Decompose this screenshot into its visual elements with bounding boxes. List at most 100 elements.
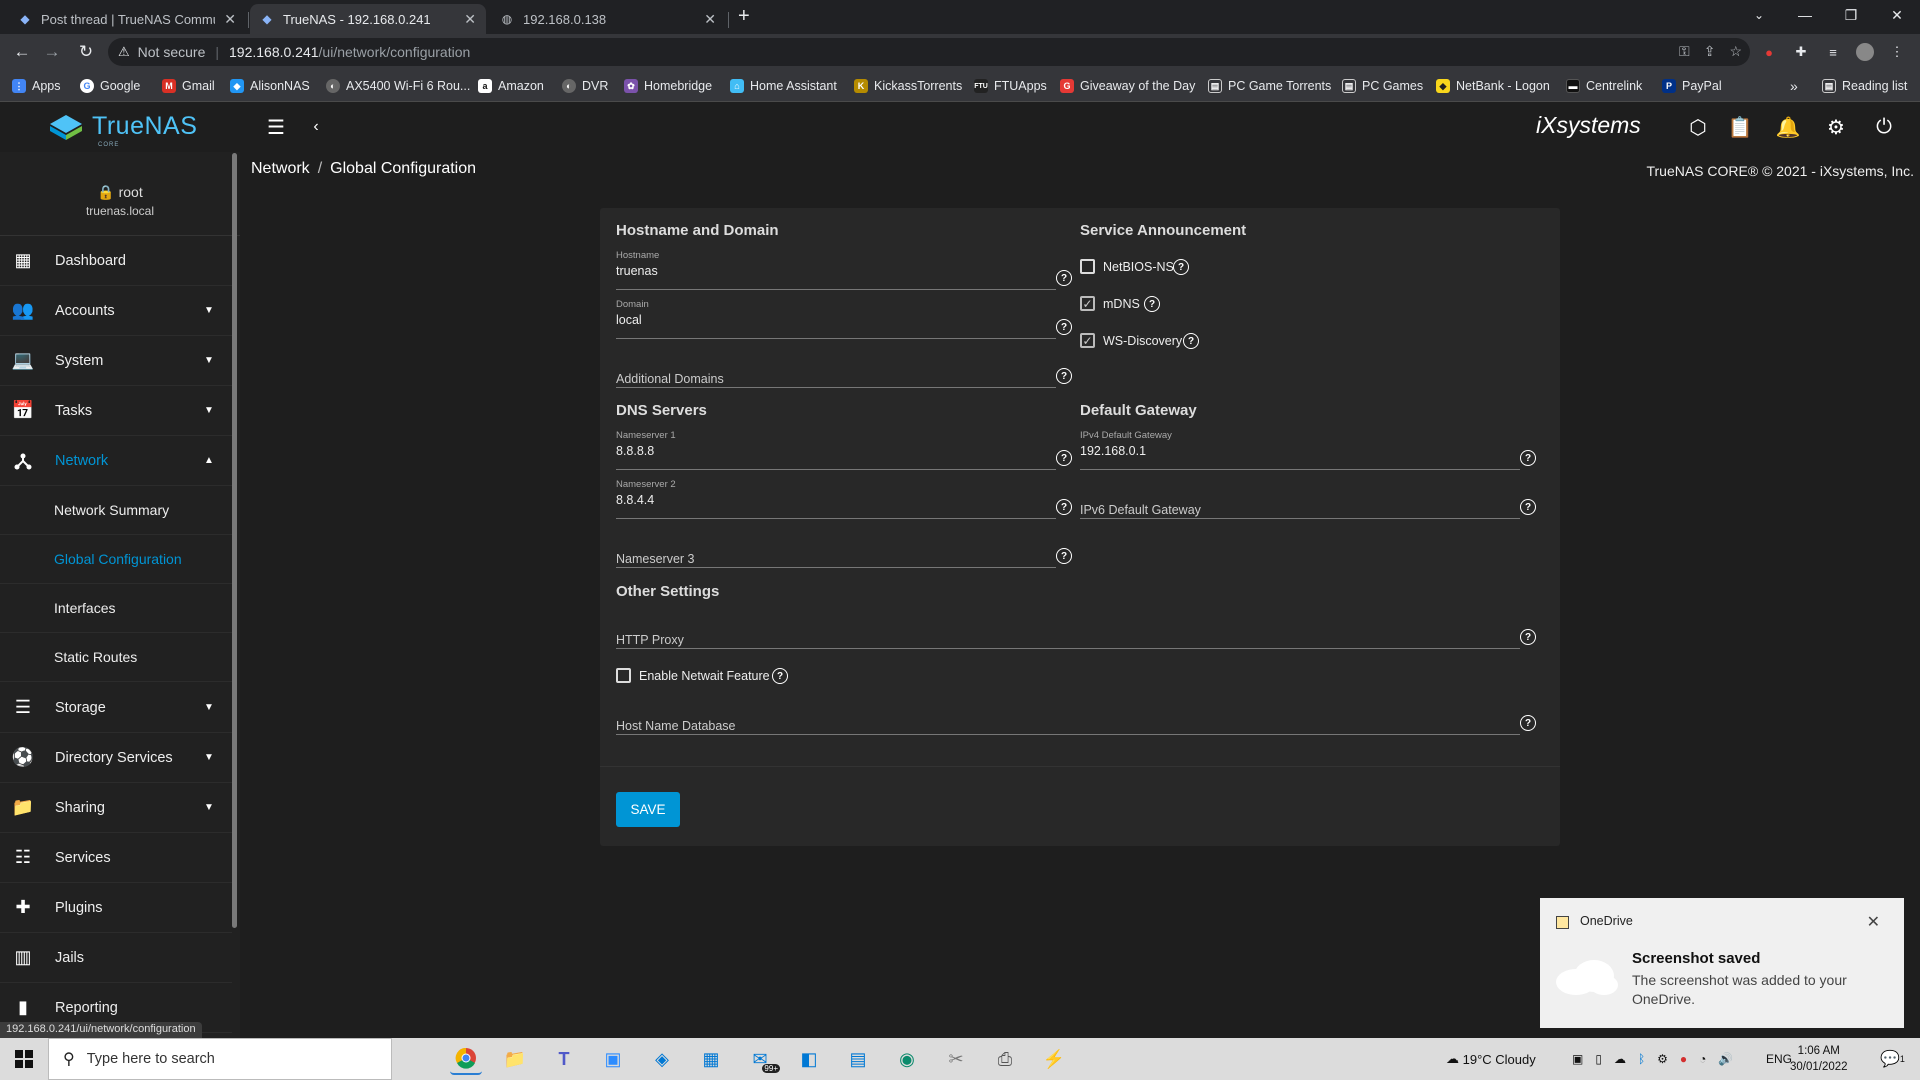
ipv6-gateway-field[interactable]: IPv6 Default Gateway <box>1080 479 1520 519</box>
menu-icon[interactable]: ⋮ <box>1888 43 1906 61</box>
security-label[interactable]: Not secure <box>138 44 206 60</box>
bookmark-netbank[interactable]: ◆ NetBank - Logon <box>1436 76 1550 96</box>
bookmark-giveaway[interactable]: G Giveaway of the Day <box>1060 76 1195 96</box>
bluetooth-icon[interactable]: ᛒ <box>1638 1052 1645 1066</box>
tray-settings-icon[interactable]: ⚙ <box>1657 1052 1668 1066</box>
bookmark-pc-game-torrents[interactable]: ▤ PC Game Torrents <box>1208 76 1331 96</box>
sidebar-item-dashboard[interactable]: ▦ Dashboard <box>0 236 232 286</box>
minimize-button[interactable]: — <box>1782 0 1828 30</box>
mail-icon[interactable]: ✉ 99+ <box>744 1043 780 1075</box>
netwait-checkbox[interactable]: Enable Netwait Feature <box>616 668 770 683</box>
chrome-icon[interactable] <box>450 1043 482 1075</box>
bookmark-apps[interactable]: ⋮ Apps <box>12 76 61 96</box>
checkbox-unchecked[interactable] <box>616 668 631 683</box>
ipv4-gateway-value[interactable]: 192.168.0.1 <box>1080 444 1146 458</box>
sidebar-sub-interfaces[interactable]: Interfaces <box>0 584 232 633</box>
store-icon[interactable]: ◈ <box>646 1043 678 1075</box>
restore-button[interactable]: ❐ <box>1828 0 1874 30</box>
taskbar-search-box[interactable]: ⚲ Type here to search <box>48 1038 392 1080</box>
snipping-icon[interactable]: ✂ <box>940 1043 972 1075</box>
mdns-help-icon[interactable]: ? <box>1144 296 1160 312</box>
http-proxy-help-icon[interactable]: ? <box>1520 629 1536 645</box>
additional-domains-help-icon[interactable]: ? <box>1056 368 1072 384</box>
bookmark-alisonnas[interactable]: ◆ AlisonNAS <box>230 76 310 96</box>
netbios-help-icon[interactable]: ? <box>1173 259 1189 275</box>
sidebar-sub-global-configuration[interactable]: Global Configuration <box>0 535 232 584</box>
hostname-field[interactable]: Hostname truenas <box>616 250 1056 290</box>
file-explorer-icon[interactable]: 📁 <box>499 1043 531 1075</box>
sidebar-item-network[interactable]: Network ▲ <box>0 436 232 486</box>
bookmark-pc-games[interactable]: ▤ PC Games <box>1342 76 1423 96</box>
netwait-help-icon[interactable]: ? <box>772 668 788 684</box>
flash-icon[interactable]: ⚡ <box>1038 1043 1070 1075</box>
bell-icon[interactable]: 🔔 <box>1776 115 1801 139</box>
wifi-icon[interactable]: ◔ <box>1699 1052 1706 1066</box>
action-center-icon[interactable]: 💬 1 <box>1880 1038 1905 1080</box>
reload-button[interactable]: ↻ <box>74 40 98 64</box>
ws-discovery-checkbox[interactable]: ✓ WS-Discovery <box>1080 333 1182 348</box>
printer-icon[interactable]: ⎙ <box>989 1043 1021 1075</box>
usb-icon[interactable]: ▯ <box>1595 1052 1602 1066</box>
antivirus-icon[interactable]: ● <box>1680 1052 1687 1066</box>
back-button[interactable]: ← <box>10 40 34 64</box>
nameserver3-help-icon[interactable]: ? <box>1056 548 1072 564</box>
sidebar-item-directory-services[interactable]: ⚽ Directory Services ▼ <box>0 733 232 783</box>
key-icon[interactable]: ⚿ <box>1679 43 1690 60</box>
close-icon[interactable]: ✕ <box>1867 912 1880 932</box>
bookmark-home-assistant[interactable]: ⌂ Home Assistant <box>730 76 837 96</box>
teams-icon[interactable]: T <box>548 1043 580 1075</box>
ipv4-gateway-help-icon[interactable]: ? <box>1520 450 1536 466</box>
nameserver1-help-icon[interactable]: ? <box>1056 450 1072 466</box>
store-bag-icon[interactable]: ▤ <box>842 1043 874 1075</box>
sidebar-scrollbar[interactable] <box>232 153 237 928</box>
profile-avatar[interactable] <box>1856 43 1874 61</box>
hostname-help-icon[interactable]: ? <box>1056 270 1072 286</box>
reading-list[interactable]: ▤ Reading list <box>1822 76 1907 96</box>
checkbox-unchecked[interactable] <box>1080 259 1095 274</box>
bookmark-paypal[interactable]: P PayPal <box>1662 76 1722 96</box>
browser-tab-2[interactable]: ◆ TrueNAS - 192.168.0.241 ✕ <box>250 4 486 34</box>
hamburger-menu-icon[interactable]: ☰ <box>264 115 288 139</box>
windows-start-button[interactable] <box>0 1038 48 1080</box>
domain-field[interactable]: Domain local <box>616 299 1056 339</box>
save-button[interactable]: SAVE <box>616 792 680 827</box>
zoom-icon[interactable]: ▣ <box>597 1043 629 1075</box>
bookmarks-more[interactable]: » <box>1790 76 1798 96</box>
nameserver2-help-icon[interactable]: ? <box>1056 499 1072 515</box>
tab-search-icon[interactable]: ⌄ <box>1736 0 1782 30</box>
nameserver1-field[interactable]: Nameserver 1 8.8.8.8 <box>616 430 1056 470</box>
bookmark-ax5400[interactable]: ◐ AX5400 Wi-Fi 6 Rou... <box>326 76 470 96</box>
tray-app-icon[interactable]: ▣ <box>1572 1052 1583 1066</box>
ixsystems-logo[interactable]: iXsystems <box>1536 112 1641 139</box>
breadcrumb-network[interactable]: Network <box>251 160 310 177</box>
sidebar-item-storage[interactable]: ☰ Storage ▼ <box>0 683 232 733</box>
ublock-icon[interactable]: ● <box>1760 43 1778 61</box>
domain-value[interactable]: local <box>616 313 642 327</box>
sidebar-sub-static-routes[interactable]: Static Routes <box>0 633 232 682</box>
truenas-logo[interactable]: TrueNAS CORE <box>48 112 197 148</box>
sidebar-item-sharing[interactable]: 📁 Sharing ▼ <box>0 783 232 833</box>
media-icon[interactable]: ≡ <box>1824 43 1842 61</box>
star-icon[interactable]: ☆ <box>1729 43 1742 60</box>
bookmark-amazon[interactable]: a Amazon <box>478 76 544 96</box>
truecommand-icon[interactable]: ⬡ <box>1686 115 1710 139</box>
edge-icon[interactable]: ◉ <box>891 1043 923 1075</box>
mdns-checkbox[interactable]: ✓ mDNS <box>1080 296 1140 311</box>
host-name-database-help-icon[interactable]: ? <box>1520 715 1536 731</box>
netbios-checkbox[interactable]: NetBIOS-NS <box>1080 259 1174 274</box>
taskbar-clock[interactable]: 1:06 AM 30/01/2022 <box>1790 1043 1848 1075</box>
app-icon[interactable]: ◧ <box>793 1043 825 1075</box>
nameserver2-value[interactable]: 8.8.4.4 <box>616 493 654 507</box>
ipv4-gateway-field[interactable]: IPv4 Default Gateway 192.168.0.1 <box>1080 430 1520 470</box>
nameserver3-field[interactable]: Nameserver 3 <box>616 528 1056 568</box>
bookmark-dvr[interactable]: ◐ DVR <box>562 76 608 96</box>
http-proxy-field[interactable]: HTTP Proxy <box>616 609 1520 649</box>
nameserver1-value[interactable]: 8.8.8.8 <box>616 444 654 458</box>
window-close-button[interactable]: ✕ <box>1874 0 1920 30</box>
ws-discovery-help-icon[interactable]: ? <box>1183 333 1199 349</box>
ipv6-gateway-help-icon[interactable]: ? <box>1520 499 1536 515</box>
bookmark-google[interactable]: G Google <box>80 76 140 96</box>
collapse-sidebar-icon[interactable]: ‹ <box>304 115 328 139</box>
language-indicator[interactable]: ENG <box>1766 1038 1792 1080</box>
sidebar-item-services[interactable]: ☷ Services <box>0 833 232 883</box>
